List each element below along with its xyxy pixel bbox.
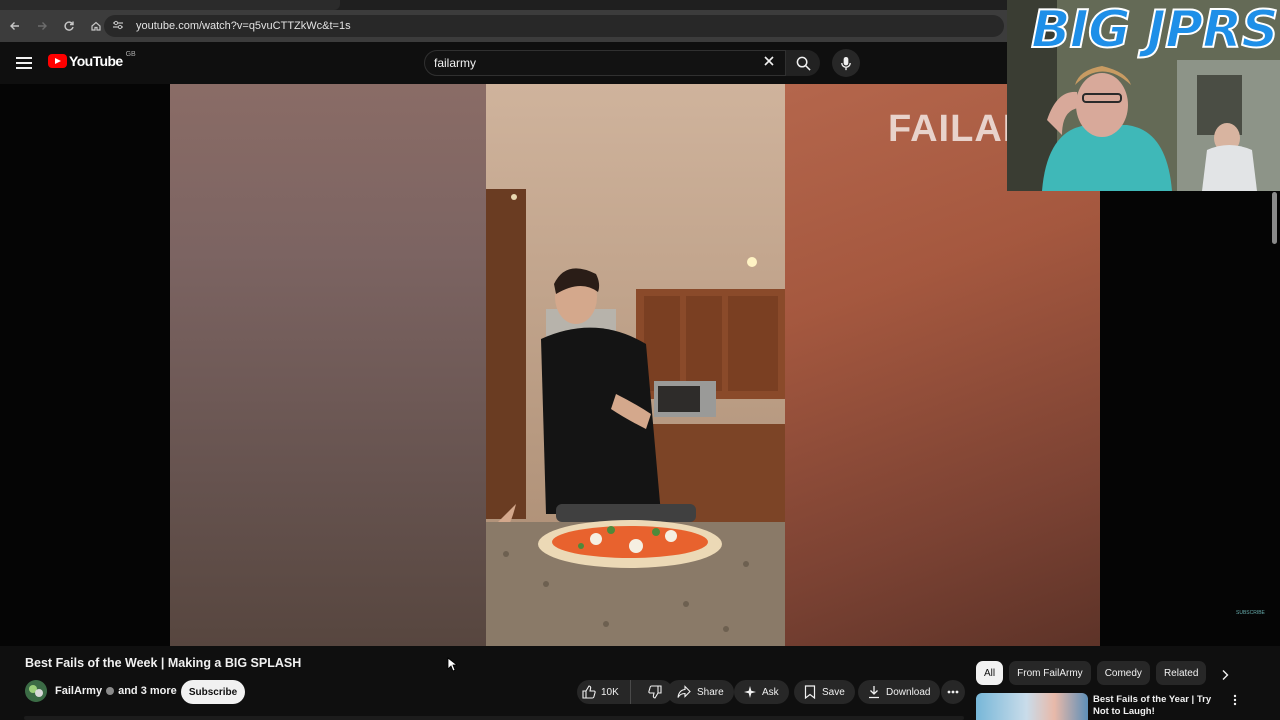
chip-related[interactable]: Related bbox=[1155, 661, 1207, 685]
chevron-right-icon[interactable] bbox=[1220, 669, 1236, 685]
subscribe-button[interactable]: Subscribe bbox=[181, 680, 245, 704]
recommended-title[interactable]: Best Fails of the Year | Try Not to Laug… bbox=[1093, 694, 1228, 718]
webcam-overlay: BIG JPRS bbox=[1007, 0, 1280, 191]
video-title: Best Fails of the Week | Making a BIG SP… bbox=[25, 656, 302, 670]
search-box bbox=[424, 50, 786, 76]
like-dislike-group: 10K bbox=[577, 680, 673, 704]
country-code: GB bbox=[125, 50, 136, 58]
description-box-edge bbox=[24, 716, 964, 720]
channel-avatar[interactable] bbox=[25, 680, 47, 702]
recommended-thumbnail[interactable] bbox=[976, 693, 1088, 720]
search-input[interactable] bbox=[434, 55, 754, 71]
channel-collaborators[interactable]: and 3 more bbox=[118, 685, 177, 697]
cursor-icon bbox=[447, 657, 459, 677]
blurred-background-left bbox=[170, 84, 486, 646]
site-settings-icon[interactable] bbox=[112, 20, 126, 33]
ask-sparkle-icon bbox=[744, 686, 756, 698]
active-tab[interactable] bbox=[0, 0, 340, 10]
like-icon bbox=[582, 685, 596, 699]
video-frame[interactable] bbox=[486, 84, 785, 646]
search-icon bbox=[796, 56, 811, 71]
menu-icon[interactable] bbox=[14, 54, 34, 72]
verified-icon bbox=[106, 687, 115, 695]
chip-all[interactable]: All bbox=[976, 661, 1004, 685]
download-button[interactable]: Download bbox=[858, 680, 941, 704]
mic-button[interactable] bbox=[832, 49, 860, 77]
save-label: Save bbox=[822, 686, 845, 698]
chip-from-channel[interactable]: From FailArmy bbox=[1009, 661, 1091, 685]
share-icon bbox=[677, 685, 691, 698]
youtube-logo[interactable]: YouTube GB bbox=[48, 50, 136, 69]
address-bar[interactable]: youtube.com/watch?v=q5vuCTTZkWc&t=1s bbox=[104, 15, 1004, 37]
dislike-icon bbox=[648, 685, 662, 699]
ask-label: Ask bbox=[762, 686, 779, 698]
channel-info[interactable]: FailArmy and 3 more bbox=[55, 685, 177, 697]
like-count: 10K bbox=[601, 686, 619, 698]
clear-icon[interactable] bbox=[760, 54, 778, 72]
more-icon bbox=[947, 690, 959, 694]
share-label: Share bbox=[697, 686, 724, 698]
logo-text: YouTube bbox=[69, 53, 123, 69]
mic-icon bbox=[841, 56, 851, 70]
more-actions-button[interactable] bbox=[941, 680, 965, 704]
like-button[interactable]: 10K bbox=[577, 680, 631, 704]
ask-button[interactable]: Ask bbox=[734, 680, 789, 704]
channel-watermark: FAILARMY bbox=[888, 108, 1008, 150]
channel-name[interactable]: FailArmy bbox=[55, 685, 102, 697]
subscribe-corner-text[interactable]: SUBSCRIBE bbox=[1236, 610, 1265, 616]
back-icon[interactable] bbox=[3, 14, 27, 38]
url-text: youtube.com/watch?v=q5vuCTTZkWc&t=1s bbox=[136, 20, 351, 32]
save-icon bbox=[804, 685, 816, 699]
kebab-icon[interactable] bbox=[1233, 694, 1237, 709]
search-button[interactable] bbox=[786, 50, 820, 76]
forward-icon[interactable] bbox=[30, 14, 54, 38]
save-button[interactable]: Save bbox=[794, 680, 855, 704]
reload-icon[interactable] bbox=[57, 14, 81, 38]
page-scrollbar[interactable] bbox=[1272, 192, 1277, 244]
related-chips: All From FailArmy Comedy Related bbox=[976, 661, 1207, 685]
download-icon bbox=[869, 686, 879, 699]
chip-comedy[interactable]: Comedy bbox=[1096, 661, 1150, 685]
share-button[interactable]: Share bbox=[667, 680, 734, 704]
download-label: Download bbox=[886, 686, 931, 698]
youtube-play-icon bbox=[48, 54, 67, 68]
overlay-title: BIG JPRS bbox=[1030, 0, 1280, 61]
